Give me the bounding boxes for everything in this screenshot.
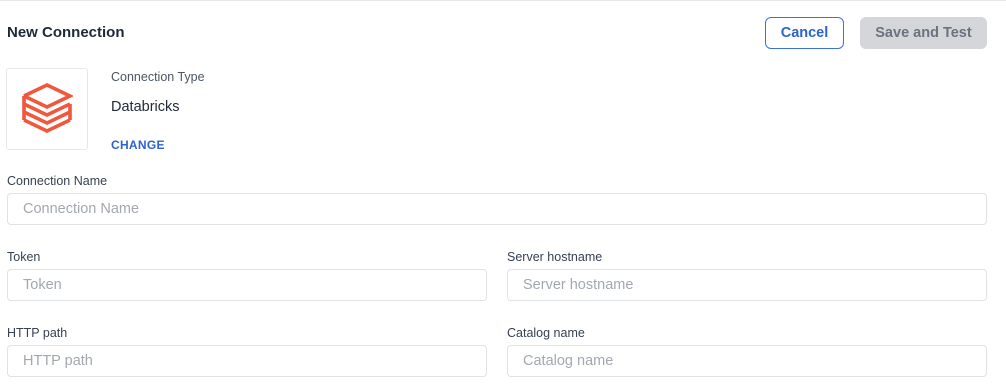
cancel-button[interactable]: Cancel bbox=[765, 17, 844, 49]
catalog-name-label: Catalog name bbox=[507, 326, 585, 340]
catalog-name-input[interactable] bbox=[507, 345, 987, 377]
connection-type-label: Connection Type bbox=[111, 70, 205, 84]
server-hostname-input[interactable] bbox=[507, 269, 987, 301]
http-path-label: HTTP path bbox=[7, 326, 68, 340]
top-divider bbox=[0, 0, 1006, 1]
change-connection-type-link[interactable]: CHANGE bbox=[111, 138, 165, 152]
token-label: Token bbox=[7, 250, 41, 264]
connection-type-logo bbox=[6, 68, 88, 150]
save-and-test-button[interactable]: Save and Test bbox=[860, 17, 987, 49]
connection-name-label: Connection Name bbox=[7, 174, 108, 188]
connection-type-value: Databricks bbox=[111, 99, 180, 115]
http-path-input[interactable] bbox=[7, 345, 487, 377]
page-title: New Connection bbox=[7, 24, 125, 41]
connection-name-input[interactable] bbox=[7, 193, 987, 225]
databricks-logo-icon bbox=[22, 83, 73, 133]
token-input[interactable] bbox=[7, 269, 487, 301]
server-hostname-label: Server hostname bbox=[507, 250, 603, 264]
